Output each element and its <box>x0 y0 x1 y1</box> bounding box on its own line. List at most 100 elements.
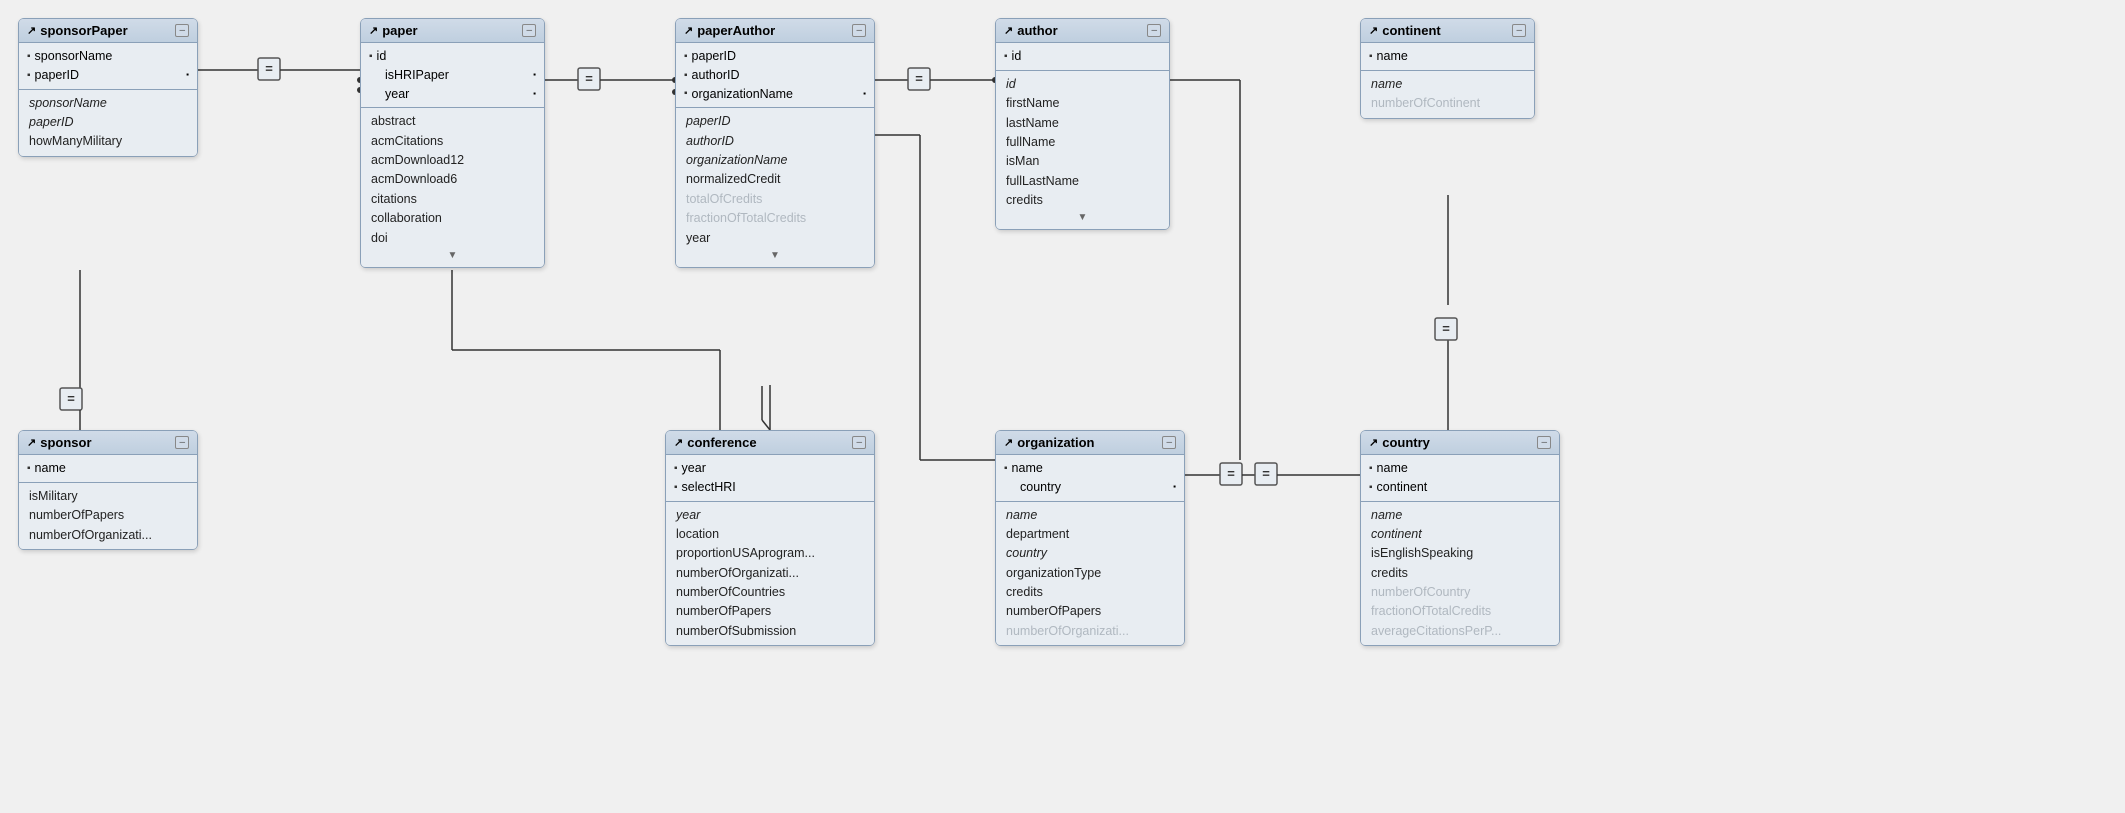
field-row-author-3: fullName <box>1004 133 1161 152</box>
minimize-button-author[interactable]: – <box>1147 24 1161 37</box>
pk-icon: ▪ <box>27 68 31 83</box>
pk-row-paper-1: isHRIPaper ▪ <box>369 66 536 85</box>
field-row-paper-4: citations <box>369 190 536 209</box>
field-row-continent-0: name <box>1369 75 1526 94</box>
canvas: = = = = <box>0 0 2125 813</box>
pk-row-author-0: ▪id <box>1004 47 1161 66</box>
field-row-conference-3: numberOfOrganizati... <box>674 564 866 583</box>
pk-icon: ▪ <box>27 49 31 64</box>
pk-row-paperAuthor-1: ▪authorID <box>684 66 866 85</box>
scroll-indicator[interactable]: ▼ <box>369 248 536 263</box>
minimize-button-sponsor[interactable]: – <box>175 436 189 449</box>
pk-field-name-country-1: continent <box>1377 478 1428 497</box>
table-header-paperAuthor[interactable]: ↗paperAuthor– <box>676 19 874 43</box>
field-row-author-0: id <box>1004 75 1161 94</box>
field-row-paper-3: acmDownload6 <box>369 170 536 189</box>
table-header-sponsor[interactable]: ↗sponsor– <box>19 431 197 455</box>
field-row-author-4: isMan <box>1004 152 1161 171</box>
field-row-author-1: firstName <box>1004 94 1161 113</box>
fields-section-conference: yearlocationproportionUSAprogram...numbe… <box>666 502 874 646</box>
table-header-country[interactable]: ↗country – <box>1361 431 1559 455</box>
pk-icon: ▪ <box>684 86 688 101</box>
pk-field-name-paper-1: isHRIPaper <box>385 66 449 85</box>
svg-text:=: = <box>915 71 923 86</box>
minimize-button-conference[interactable]: – <box>852 436 866 449</box>
field-row-paperAuthor-6: year <box>684 229 866 248</box>
field-row-paperAuthor-3: normalizedCredit <box>684 170 866 189</box>
pk-field-name-sponsorPaper-0: sponsorName <box>35 47 113 66</box>
field-row-conference-4: numberOfCountries <box>674 583 866 602</box>
pk-row-sponsor-0: ▪name <box>27 459 189 478</box>
table-header-author[interactable]: ↗author– <box>996 19 1169 43</box>
field-row-paperAuthor-2: organizationName <box>684 151 866 170</box>
fields-section-sponsorPaper: sponsorNamepaperIDhowManyMilitary <box>19 90 197 156</box>
fields-section-sponsor: isMilitarynumberOfPapersnumberOfOrganiza… <box>19 483 197 549</box>
arrow-icon-sponsorPaper: ↗ <box>27 24 36 37</box>
field-row-country-6: averageCitationsPerP... <box>1369 622 1551 641</box>
pk-row-country-1: ▪continent <box>1369 478 1551 497</box>
field-row-country-2: isEnglishSpeaking <box>1369 544 1551 563</box>
table-title-sponsorPaper: ↗sponsorPaper <box>27 23 128 38</box>
pk-icon: ▪ <box>684 49 688 64</box>
pk-field-name-paper-0: id <box>377 47 387 66</box>
pk-row-continent-0: ▪name <box>1369 47 1526 66</box>
fields-section-continent: namenumberOfContinent <box>1361 71 1534 118</box>
table-title-country: ↗country <box>1369 435 1430 450</box>
fk-dot: ▪ <box>533 69 536 81</box>
fields-section-author: idfirstNamelastNamefullNameisManfullLast… <box>996 71 1169 230</box>
field-row-organization-5: numberOfPapers <box>1004 602 1176 621</box>
pk-field-name-sponsorPaper-1: paperID <box>35 66 79 85</box>
svg-text:=: = <box>1442 321 1450 336</box>
minimize-button-sponsorPaper[interactable]: – <box>175 24 189 37</box>
title-text-continent: continent <box>1382 23 1441 38</box>
minimize-button-paperAuthor[interactable]: – <box>852 24 866 37</box>
table-header-sponsorPaper[interactable]: ↗sponsorPaper – <box>19 19 197 43</box>
fk-dot: ▪ <box>1173 481 1176 493</box>
field-row-paper-2: acmDownload12 <box>369 151 536 170</box>
field-row-country-3: credits <box>1369 564 1551 583</box>
pk-row-paperAuthor-2: ▪organizationName▪ <box>684 85 866 104</box>
minimize-button-country[interactable]: – <box>1537 436 1551 449</box>
table-country: ↗country–▪name▪continentnamecontinentisE… <box>1360 430 1560 646</box>
table-header-organization[interactable]: ↗organization– <box>996 431 1184 455</box>
minimize-button-continent[interactable]: – <box>1512 24 1526 37</box>
table-organization: ↗organization– ▪ namecountry▪ namedepartmen… <box>995 430 1185 646</box>
arrow-icon-paper: ↗ <box>369 24 378 37</box>
arrow-icon-author: ↗ <box>1004 24 1013 37</box>
pk-row-sponsorPaper-0: ▪ sponsorName <box>27 47 189 66</box>
title-text-paperAuthor: paperAuthor <box>697 23 775 38</box>
minimize-button-organization[interactable]: – <box>1162 436 1176 449</box>
svg-text:=: = <box>67 391 75 406</box>
scroll-indicator[interactable]: ▼ <box>684 248 866 263</box>
field-row-organization-3: organizationType <box>1004 564 1176 583</box>
table-header-paper[interactable]: ↗ paper – <box>361 19 544 43</box>
field-row-paper-5: collaboration <box>369 209 536 228</box>
field-row-organization-4: credits <box>1004 583 1176 602</box>
table-paperAuthor: ↗paperAuthor–▪paperID▪authorID▪organizat… <box>675 18 875 268</box>
arrow-icon-organization: ↗ <box>1004 436 1013 449</box>
pk-row-paperAuthor-0: ▪paperID <box>684 47 866 66</box>
minimize-button-paper[interactable]: – <box>522 24 536 37</box>
pk-row-organization-1: country▪ <box>1004 478 1176 497</box>
pk-field-name-organization-0: name <box>1012 459 1043 478</box>
pk-icon: ▪ <box>674 480 678 495</box>
title-text-paper: paper <box>382 23 417 38</box>
pk-field-name-paperAuthor-2: organizationName <box>692 85 793 104</box>
pk-row-country-0: ▪name <box>1369 459 1551 478</box>
fk-dot: ▪ <box>186 69 189 81</box>
scroll-indicator[interactable]: ▼ <box>1004 210 1161 225</box>
pk-icon: ▪ <box>369 49 373 64</box>
pk-row-conference-1: ▪selectHRI <box>674 478 866 497</box>
arrow-icon-country: ↗ <box>1369 436 1378 449</box>
table-header-conference[interactable]: ↗conference– <box>666 431 874 455</box>
field-row-conference-6: numberOfSubmission <box>674 622 866 641</box>
pk-row-conference-0: ▪year <box>674 459 866 478</box>
table-sponsor: ↗sponsor– ▪name isMilitarynumberOfPapersnu… <box>18 430 198 550</box>
field-row-paperAuthor-5: fractionOfTotalCredits <box>684 209 866 228</box>
pk-section-country: ▪name▪continent <box>1361 455 1559 502</box>
title-text-conference: conference <box>687 435 756 450</box>
table-header-continent[interactable]: ↗continent– <box>1361 19 1534 43</box>
table-paper: ↗paper–▪idisHRIPaper▪year▪abstractacmCit… <box>360 18 545 268</box>
svg-text:=: = <box>1262 466 1270 481</box>
fields-section-organization: namedepartmentcountryorganizationTypecre… <box>996 502 1184 646</box>
